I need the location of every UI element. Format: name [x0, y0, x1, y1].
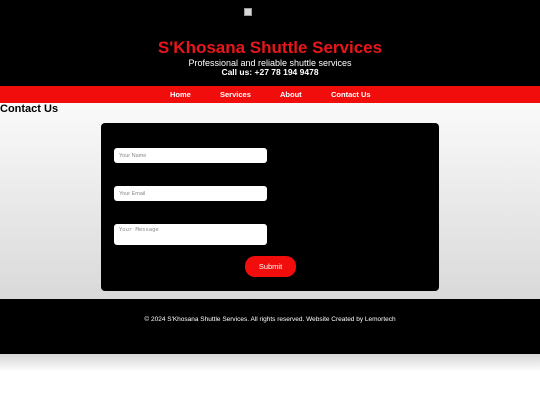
- name-input[interactable]: [114, 148, 267, 163]
- submit-button[interactable]: Submit: [245, 256, 296, 277]
- nav-services[interactable]: Services: [220, 86, 251, 103]
- message-textarea[interactable]: [114, 224, 267, 245]
- phone-number: Call us: +27 78 194 9478: [221, 67, 319, 77]
- nav-about[interactable]: About: [280, 86, 302, 103]
- contact-section: Contact Us Submit: [0, 103, 540, 299]
- copyright-text: © 2024 S'Khosana Shuttle Services. All r…: [144, 316, 396, 323]
- site-footer: © 2024 S'Khosana Shuttle Services. All r…: [0, 299, 540, 354]
- site-header: S'Khosana Shuttle Services Professional …: [0, 0, 540, 86]
- nav-home[interactable]: Home: [170, 86, 191, 103]
- nav-contact-us[interactable]: Contact Us: [331, 86, 371, 103]
- site-title: S'Khosana Shuttle Services: [157, 38, 383, 57]
- email-input[interactable]: [114, 186, 267, 201]
- page-bottom-area: [0, 354, 540, 405]
- main-nav: Home Services About Contact Us: [0, 86, 540, 103]
- contact-form: Submit: [101, 123, 439, 291]
- broken-image-icon: [244, 8, 252, 16]
- page-title: Contact Us: [0, 103, 59, 115]
